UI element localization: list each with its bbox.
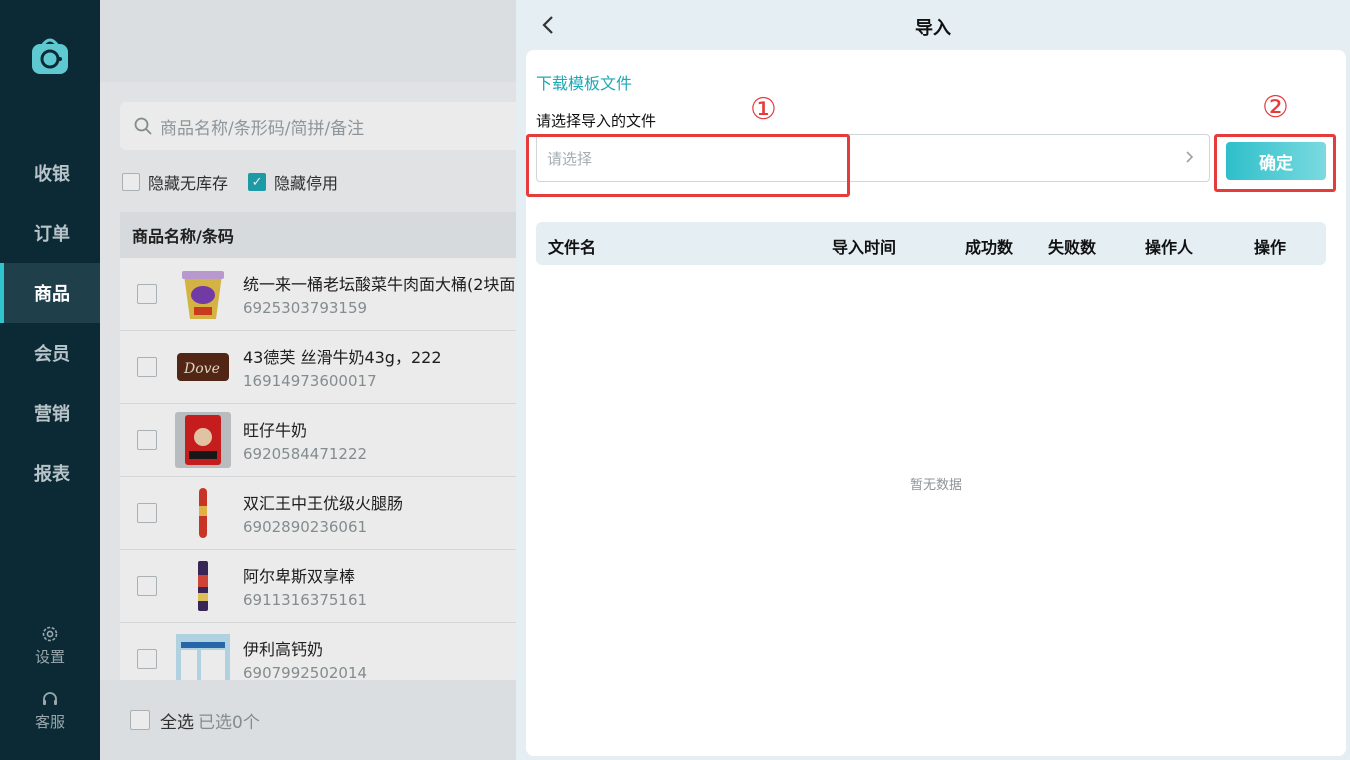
customer-service-button[interactable]: 客服 — [0, 689, 100, 732]
col-operator: 操作人 — [1145, 238, 1194, 257]
highlight-box-1 — [526, 134, 850, 197]
marker-1: ① — [750, 92, 777, 127]
drawer-title: 导入 — [915, 18, 951, 39]
import-drawer: 导入 下载模板文件 请选择导入的文件 请选择 确定 ① ② 文件名 导入时间 成… — [516, 0, 1350, 760]
chevron-right-icon — [1185, 149, 1195, 169]
col-failed: 失败数 — [1048, 238, 1097, 257]
sidebar-item-label: 商品 — [34, 284, 70, 305]
headset-icon — [43, 692, 57, 705]
settings-label: 设置 — [34, 648, 65, 666]
col-import-time: 导入时间 — [832, 238, 897, 257]
col-filename: 文件名 — [548, 238, 597, 257]
import-card: 下载模板文件 请选择导入的文件 请选择 确定 ① ② 文件名 导入时间 成功数 … — [526, 50, 1346, 756]
file-label: 请选择导入的文件 — [536, 112, 657, 130]
sidebar-item-label: 会员 — [34, 344, 70, 365]
sidebar-item-label: 营销 — [34, 404, 70, 425]
sidebar-item-reports[interactable]: 报表 — [0, 443, 100, 503]
empty-state: 暂无数据 — [909, 478, 962, 493]
sidebar-item-label: 报表 — [34, 464, 70, 485]
highlight-box-2 — [1214, 134, 1336, 192]
service-label: 客服 — [34, 713, 65, 731]
col-success: 成功数 — [965, 238, 1014, 257]
drawer-header: 导入 — [516, 0, 1350, 50]
sidebar-item-members[interactable]: 会员 — [0, 323, 100, 383]
settings-button[interactable]: 设置 — [0, 624, 100, 667]
sidebar: 收银 订单 商品 会员 营销 报表 设置 客服 — [0, 0, 100, 760]
sidebar-item-cashier[interactable]: 收银 — [0, 143, 100, 203]
sidebar-item-label: 收银 — [34, 164, 70, 185]
sidebar-item-orders[interactable]: 订单 — [0, 203, 100, 263]
import-table-header: 文件名 导入时间 成功数 失败数 操作人 操作 — [536, 222, 1326, 265]
col-action: 操作 — [1254, 238, 1287, 257]
download-template-link[interactable]: 下载模板文件 — [536, 70, 632, 94]
sidebar-item-marketing[interactable]: 营销 — [0, 383, 100, 443]
gear-icon — [42, 626, 58, 642]
app-logo — [28, 34, 72, 78]
sidebar-item-label: 订单 — [34, 224, 70, 245]
marker-2: ② — [1262, 90, 1289, 125]
sidebar-item-products[interactable]: 商品 — [0, 263, 100, 323]
